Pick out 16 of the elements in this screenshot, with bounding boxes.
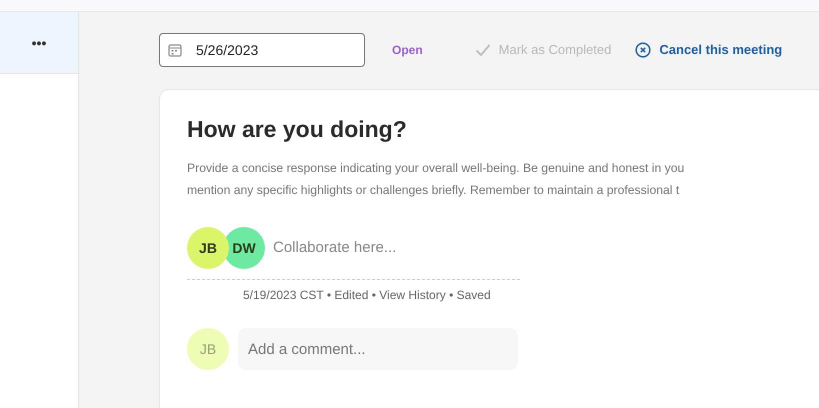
calendar-icon (168, 43, 182, 57)
status-label: Open (392, 42, 423, 59)
edit-meta-text: 5/19/2023 CST • Edited • View History • Saved (243, 287, 492, 304)
more-menu-button[interactable]: ••• (32, 36, 46, 50)
description-text: Provide a concise response indicating your overall well-being. Be genuine and honest in you (187, 160, 686, 177)
avatar: JB (187, 227, 229, 269)
cancel-meeting-button[interactable]: Cancel this meeting (635, 40, 782, 60)
checkmark-icon (474, 43, 491, 57)
close-icon (635, 42, 652, 58)
question-title: How are you doing? (187, 118, 408, 141)
comment-field[interactable]: Add a comment... (238, 328, 518, 370)
description-text: mention any specific highlights or challenges briefly. Remember to maintain a professional t (187, 182, 680, 199)
date-value: 5/26/2023 (196, 40, 258, 60)
collaborate-field[interactable]: Collaborate here... (273, 236, 473, 260)
date-field[interactable]: 5/26/2023 (159, 33, 365, 67)
comment-avatar: JB (187, 328, 229, 370)
